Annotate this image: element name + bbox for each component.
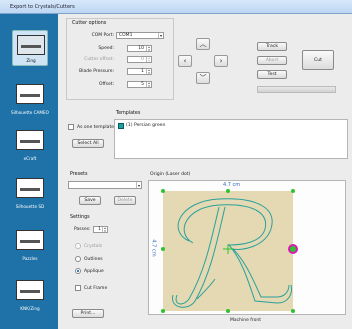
track-button[interactable]: Track <box>257 42 287 51</box>
chevron-down-icon: ﹀ <box>199 74 207 82</box>
offset-label: Offset: <box>98 82 114 87</box>
sidebar-item-label: eCraft <box>23 156 37 161</box>
presets-label: Presets <box>70 172 88 177</box>
preview-panel: 4.7 cm 4.7 cm <box>148 180 346 315</box>
delete-preset-button[interactable]: Delete <box>114 196 136 205</box>
template-item[interactable]: (1) Persian green <box>126 123 165 128</box>
speed-label: Speed: <box>98 46 114 51</box>
machine-sidebar: Zing Silhouette CAMEO eCraft Silhouette … <box>0 14 58 329</box>
sidebar-item-pazzles[interactable]: Pazzles <box>12 226 48 262</box>
presets-dropdown[interactable]: ▾ <box>68 181 142 189</box>
print-button[interactable]: Print... <box>72 309 104 318</box>
offset-value: 5 <box>141 82 144 87</box>
select-all-button[interactable]: Select All <box>72 139 104 148</box>
applique-radio[interactable] <box>75 268 81 274</box>
com-port-label: COM Port: <box>91 33 114 38</box>
blade-pressure-value: 1 <box>141 69 144 74</box>
as-one-template-label: As one template <box>77 125 114 130</box>
com-port-select[interactable]: COM1 ▾ <box>116 32 164 39</box>
sidebar-item-ecraft[interactable]: eCraft <box>12 126 48 162</box>
outlines-label: Outlines <box>84 257 103 262</box>
passes-value: 1 <box>98 227 101 232</box>
handle-icon[interactable] <box>226 309 230 313</box>
origin-marker-icon[interactable] <box>288 244 298 254</box>
spin-arrows-icon: ▴ ▾ <box>146 82 151 88</box>
machine-front-label: Machine front <box>230 318 261 323</box>
sidebar-item-label: Pazzles <box>22 256 38 261</box>
window-title: Export to Crystals/Cutters <box>10 4 75 10</box>
preview-canvas[interactable] <box>149 181 347 316</box>
cutter-offset-label: Cutter offset: <box>84 57 114 62</box>
chevron-right-icon: › <box>219 57 223 65</box>
passes-spinner[interactable]: 1 ▴ ▾ <box>93 226 108 233</box>
templates-label: Templates <box>116 111 141 116</box>
handle-icon[interactable] <box>226 189 230 193</box>
sidebar-item-silhouette-sd[interactable]: Silhouette SD <box>12 174 48 210</box>
sidebar-item-label: Zing <box>26 58 36 63</box>
handle-icon[interactable] <box>291 189 295 193</box>
speed-value: 10 <box>138 46 144 51</box>
com-port-value: COM1 <box>119 33 133 38</box>
templates-list[interactable]: (1) Persian green <box>114 119 348 159</box>
settings-label: Settings <box>70 215 90 220</box>
move-right-button[interactable]: › <box>214 55 228 67</box>
spin-arrows-icon: ▴ ▾ <box>102 227 107 233</box>
cutter-options-label: Cutter options <box>72 21 107 26</box>
spin-arrows-icon: ▴ ▾ <box>146 57 151 63</box>
offset-spinner[interactable]: 5 ▴ ▾ <box>127 81 152 88</box>
cut-frame-label: Cut Frame <box>84 286 108 291</box>
machine-icon <box>16 280 44 300</box>
applique-label: Applique <box>84 269 104 274</box>
save-preset-button[interactable]: Save <box>79 196 101 205</box>
machine-icon <box>16 230 44 250</box>
template-color-swatch <box>118 123 124 129</box>
move-left-button[interactable]: ‹ <box>178 55 192 67</box>
height-label: 4.7 cm <box>150 239 157 257</box>
move-down-button[interactable]: ﹀ <box>196 72 210 84</box>
crystals-label: Crystals <box>84 244 103 249</box>
cutter-offset-value: 0 <box>141 57 144 62</box>
spin-arrows-icon: ▴ ▾ <box>146 46 151 52</box>
width-label: 4.7 cm <box>223 182 241 188</box>
blade-pressure-spinner[interactable]: 1 ▴ ▾ <box>127 68 152 75</box>
origin-label: Origin (Laser dot) <box>150 172 191 177</box>
crystals-radio[interactable] <box>75 243 81 249</box>
cutter-offset-spinner[interactable]: 0 ▴ ▾ <box>127 56 152 63</box>
move-up-button[interactable]: ︿ <box>196 38 210 50</box>
sidebar-item-label: Silhouette SD <box>15 204 45 209</box>
chevron-left-icon: ‹ <box>183 57 187 65</box>
cut-frame-checkbox[interactable] <box>75 285 81 291</box>
machine-icon <box>17 35 45 55</box>
blade-pressure-label: Blade Pressure: <box>79 69 114 74</box>
sidebar-item-zing[interactable]: Zing <box>12 30 48 66</box>
cut-button[interactable]: Cut <box>302 50 334 70</box>
speed-spinner[interactable]: 10 ▴ ▾ <box>127 45 152 52</box>
chevron-down-icon: ▾ <box>136 182 140 188</box>
outlines-radio[interactable] <box>75 256 81 262</box>
machine-icon <box>16 178 44 198</box>
title-bar: Export to Crystals/Cutters <box>0 0 352 14</box>
spin-arrows-icon: ▴ ▾ <box>146 69 151 75</box>
test-button[interactable]: Test <box>257 70 287 79</box>
sidebar-item-silhouette-cameo[interactable]: Silhouette CAMEO <box>11 80 49 116</box>
as-one-template-checkbox[interactable] <box>68 124 74 130</box>
passes-label: Passes: <box>74 227 91 232</box>
progress-bar <box>257 86 336 93</box>
machine-icon <box>16 130 44 150</box>
chevron-up-icon: ︿ <box>199 40 207 48</box>
handle-icon[interactable] <box>161 309 165 313</box>
machine-icon <box>16 84 44 104</box>
handle-icon[interactable] <box>161 189 165 193</box>
chevron-down-icon: ▾ <box>158 33 162 38</box>
sidebar-item-label: KNK/Zing <box>20 306 40 311</box>
abort-button[interactable]: Abort <box>257 56 287 65</box>
handle-icon[interactable] <box>161 247 165 251</box>
sidebar-item-knk[interactable]: KNK/Zing <box>12 276 48 312</box>
sidebar-item-label: Silhouette CAMEO <box>11 110 49 115</box>
handle-icon[interactable] <box>291 309 295 313</box>
